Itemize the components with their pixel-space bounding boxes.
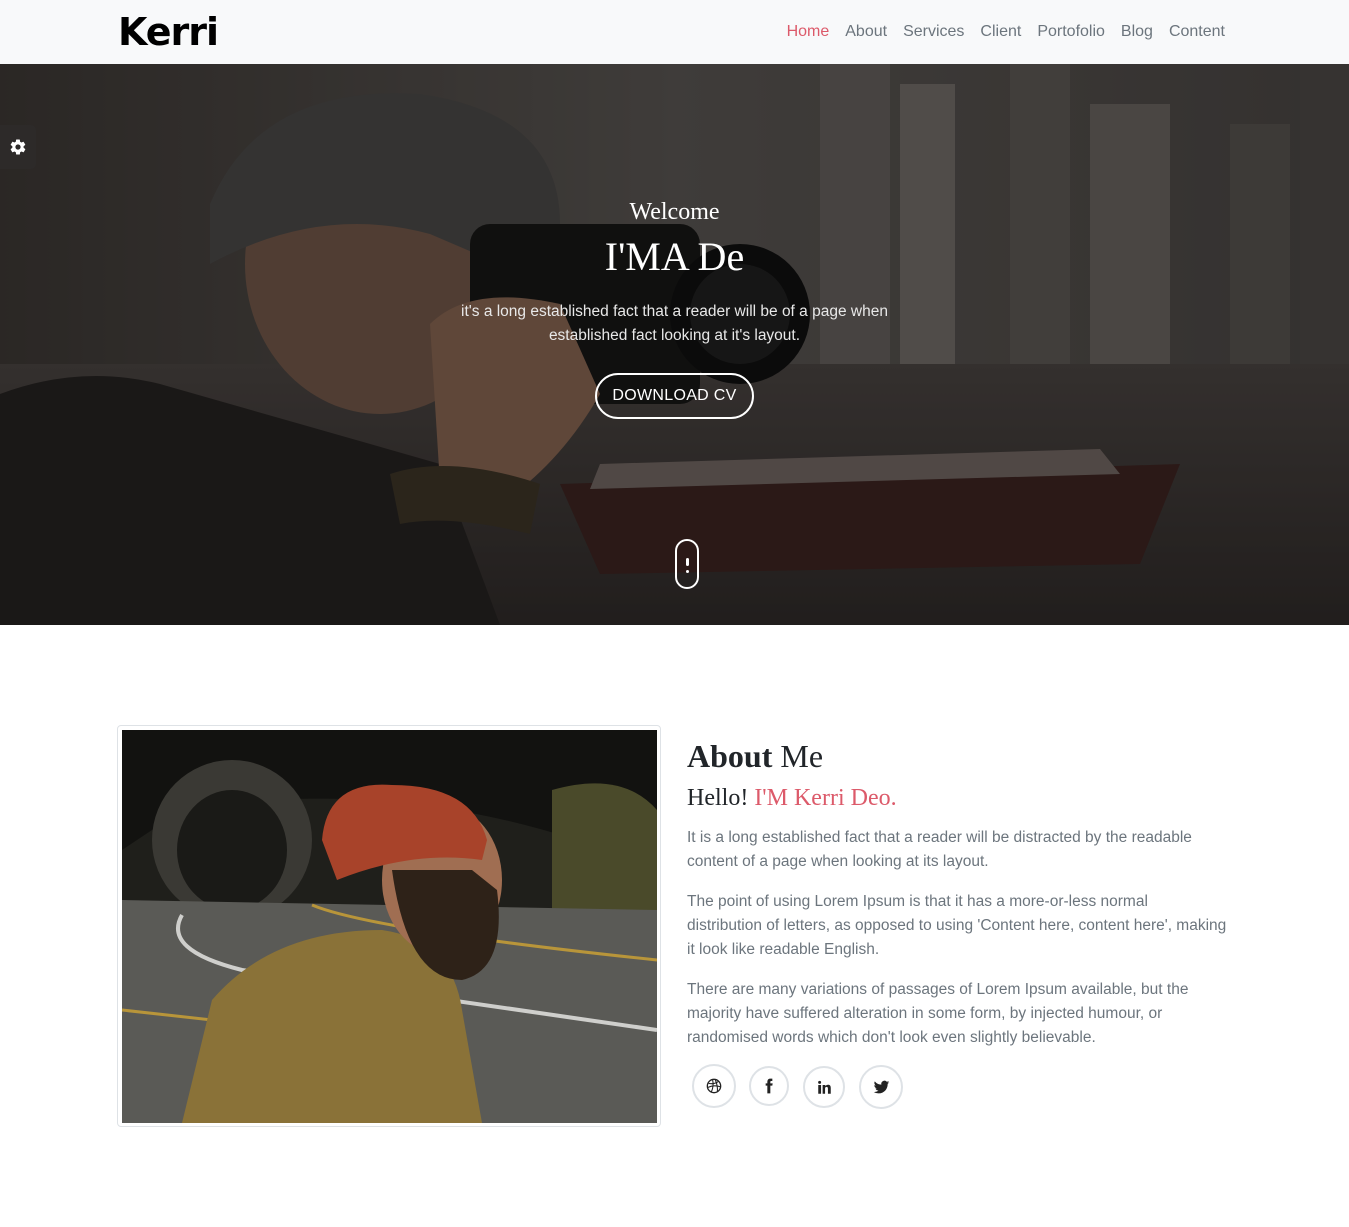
about-photo <box>122 730 657 1123</box>
nav-blog[interactable]: Blog <box>1113 21 1161 43</box>
nav-content[interactable]: Content <box>1161 21 1225 43</box>
nav-portofolio[interactable]: Portofolio <box>1029 21 1113 43</box>
about-paragraph-2: The point of using Lorem Ipsum is that i… <box>687 893 1227 958</box>
about-paragraph-3: There are many variations of passages of… <box>687 981 1189 1046</box>
about-heading: About Me <box>687 737 1227 775</box>
nav-services[interactable]: Services <box>895 21 972 43</box>
navbar: Kerri Home About Services Client Portofo… <box>0 0 1349 64</box>
about-name: I'M Kerri Deo. <box>754 785 897 811</box>
gear-icon <box>10 139 26 155</box>
twitter-icon <box>873 1080 889 1093</box>
download-cv-button[interactable]: DOWNLOAD CV <box>595 373 754 419</box>
hello-text: Hello! <box>687 785 755 811</box>
social-links <box>692 1064 918 1109</box>
hero-welcome: Welcome <box>629 199 720 225</box>
main-nav: Home About Services Client Portofolio Bl… <box>779 21 1225 43</box>
scroll-wheel <box>686 558 689 566</box>
about-paragraph-1: It is a long established fact that a rea… <box>687 829 1192 870</box>
hero-section: Welcome I'MA De it's a long established … <box>0 64 1349 625</box>
about-heading-rest: Me <box>772 738 824 774</box>
portrait-image <box>122 730 657 1123</box>
about-subheading: Hello! I'M Kerri Deo. <box>687 783 1227 813</box>
nav-client[interactable]: Client <box>972 21 1029 43</box>
about-photo-frame <box>117 725 661 1127</box>
brand-logo[interactable]: Kerri <box>118 9 219 55</box>
about-heading-bold: About <box>687 738 773 774</box>
scroll-down-icon[interactable] <box>675 539 699 589</box>
twitter-link[interactable] <box>859 1065 903 1109</box>
dribbble-link[interactable] <box>692 1064 736 1108</box>
linkedin-icon <box>817 1080 831 1094</box>
settings-toggle-button[interactable] <box>0 125 36 169</box>
hero-content: Welcome I'MA De it's a long established … <box>0 198 1349 419</box>
dribbble-icon <box>706 1078 722 1094</box>
scroll-dot <box>686 570 689 573</box>
about-section: About Me Hello! I'M Kerri Deo. It is a l… <box>687 737 1227 1050</box>
nav-about[interactable]: About <box>837 21 895 43</box>
linkedin-link[interactable] <box>803 1066 845 1108</box>
hero-title: I'MA De <box>604 234 745 279</box>
hero-description: it's a long established fact that a read… <box>461 303 888 344</box>
facebook-link[interactable] <box>749 1066 789 1106</box>
facebook-icon <box>765 1078 773 1094</box>
nav-home[interactable]: Home <box>779 21 838 43</box>
